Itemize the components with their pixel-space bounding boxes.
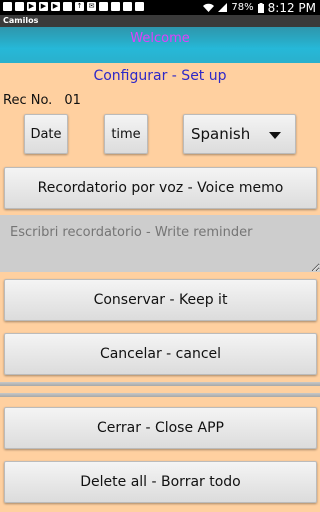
status-bar: ▶ ▶ ▶ ↑ ✉ 78% 8:12 PM <box>0 0 320 15</box>
reminder-input[interactable] <box>0 215 320 272</box>
cancel-button[interactable]: Cancelar - cancel <box>4 333 317 375</box>
wifi-icon <box>203 3 215 12</box>
header-banner: Welcome <box>0 27 320 63</box>
language-select[interactable]: Spanish <box>183 114 296 154</box>
record-number: Rec No. 01 <box>3 93 81 108</box>
youtube-icon: ▶ <box>39 2 48 11</box>
square-notification-icon <box>111 2 120 11</box>
divider <box>0 382 320 386</box>
language-selected: Spanish <box>191 125 251 143</box>
image-icon <box>63 2 72 11</box>
square-notification-icon <box>99 2 108 11</box>
youtube-icon: ▶ <box>27 2 36 11</box>
app-bar: Camilos <box>0 15 320 27</box>
keep-button[interactable]: Conservar - Keep it <box>4 279 317 321</box>
welcome-text: Welcome <box>130 31 190 46</box>
status-indicators: 78% 8:12 PM <box>203 0 316 15</box>
close-app-button[interactable]: Cerrar - Close APP <box>4 407 317 449</box>
divider <box>0 393 320 397</box>
app-title: Camilos <box>3 16 39 25</box>
config-label[interactable]: Configurar - Set up <box>0 68 320 84</box>
date-button[interactable]: Date <box>24 114 68 154</box>
dropdown-caret-icon <box>269 132 281 139</box>
mail-icon: ✉ <box>87 2 96 11</box>
square-notification-icon <box>135 2 144 11</box>
upload-icon: ↑ <box>75 2 84 11</box>
notification-icons: ▶ ▶ ▶ ↑ ✉ <box>3 2 144 11</box>
signal-icon <box>218 3 228 12</box>
square-notification-icon <box>123 2 132 11</box>
play-icon: ▶ <box>51 2 60 11</box>
battery-percent: 78% <box>231 2 254 13</box>
square-notification-icon <box>15 2 24 11</box>
clock: 8:12 PM <box>267 0 316 15</box>
battery-icon <box>257 2 264 13</box>
delete-all-button[interactable]: Delete all - Borrar todo <box>4 461 317 503</box>
voice-memo-button[interactable]: Recordatorio por voz - Voice memo <box>4 167 317 209</box>
record-label: Rec No. <box>3 93 53 108</box>
record-value: 01 <box>64 93 81 108</box>
app-notification-icon <box>3 2 12 11</box>
time-button[interactable]: time <box>104 114 148 154</box>
